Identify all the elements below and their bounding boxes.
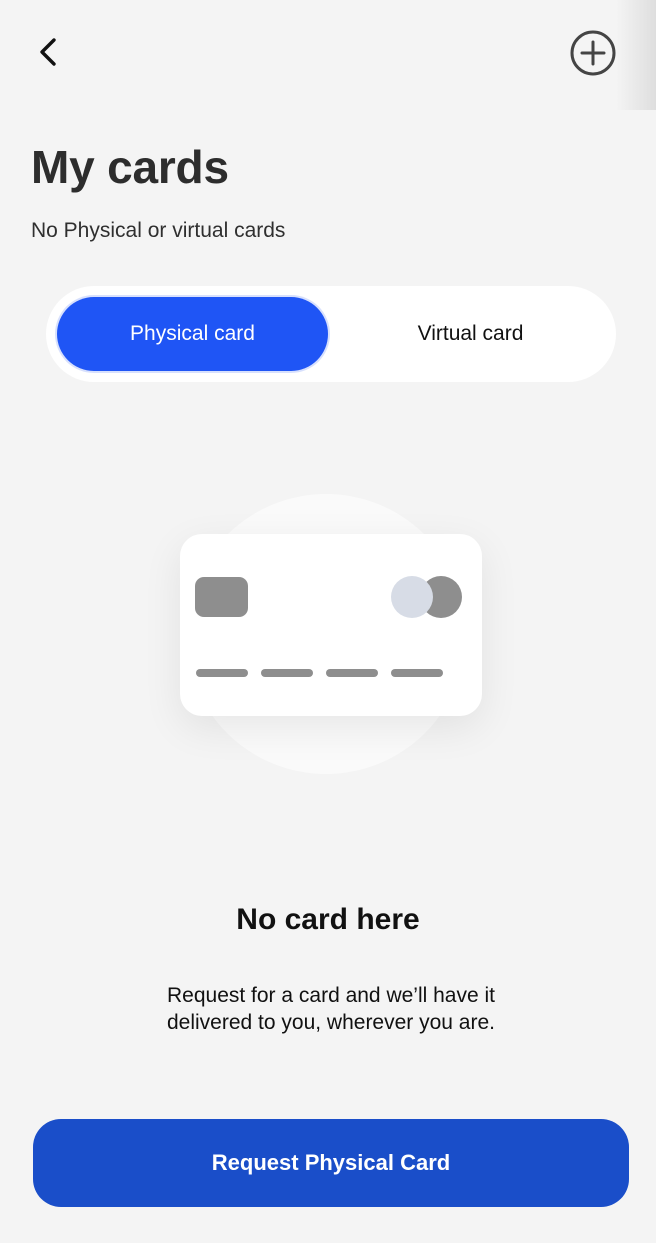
add-card-button[interactable] bbox=[568, 28, 618, 78]
credit-card-icon bbox=[180, 534, 482, 716]
card-chip bbox=[195, 577, 248, 617]
card-number-dash bbox=[326, 669, 378, 677]
plus-circle-icon bbox=[570, 30, 616, 76]
card-type-toggle: Physical card Virtual card bbox=[46, 286, 616, 382]
card-number-dash bbox=[196, 669, 248, 677]
empty-state-description-line: delivered to you, wherever you are. bbox=[166, 1011, 495, 1034]
card-logo-circle-light bbox=[391, 576, 433, 618]
topbar-shade bbox=[616, 0, 656, 110]
empty-state-title: No card here bbox=[236, 903, 420, 936]
chevron-left-icon bbox=[40, 38, 56, 66]
empty-state-description: Request for a card and we’ll have it del… bbox=[0, 982, 656, 1036]
card-number-dash bbox=[261, 669, 313, 677]
card-number-dash bbox=[391, 669, 443, 677]
tab-physical-card[interactable]: Physical card bbox=[57, 297, 328, 371]
empty-state-description-line: Request for a card and we’ll have it bbox=[166, 984, 495, 1007]
back-button[interactable] bbox=[28, 30, 68, 74]
page-title: My cards bbox=[31, 141, 229, 193]
request-physical-card-button[interactable]: Request Physical Card bbox=[33, 1119, 629, 1207]
tab-virtual-card[interactable]: Virtual card bbox=[335, 297, 606, 371]
page-subtitle: No Physical or virtual cards bbox=[31, 219, 286, 242]
